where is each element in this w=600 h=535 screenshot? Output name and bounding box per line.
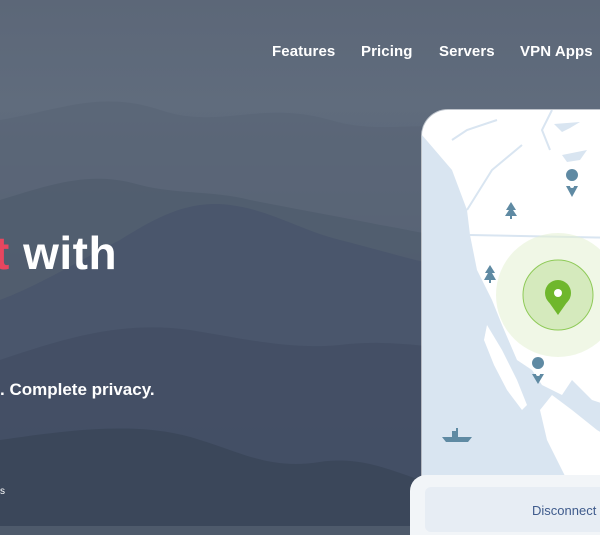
hero-headline: t with [0, 226, 117, 280]
nav-vpn-apps[interactable]: VPN Apps [520, 43, 593, 60]
nav-features[interactable]: Features [272, 43, 335, 60]
disconnect-label: Disconnect [532, 503, 597, 518]
hero-footnote: s [0, 486, 5, 497]
top-nav: Features Pricing Servers VPN Apps [0, 43, 600, 63]
nav-pricing[interactable]: Pricing [361, 43, 413, 60]
hero-headline-accent: t [0, 227, 10, 279]
hero-subline: . Complete privacy. [0, 380, 155, 399]
hero-headline-text: with [9, 227, 118, 279]
world-map [422, 110, 600, 490]
app-map-preview [422, 110, 600, 490]
disconnect-button[interactable]: Disconnect [425, 487, 600, 532]
nav-servers[interactable]: Servers [439, 43, 495, 60]
